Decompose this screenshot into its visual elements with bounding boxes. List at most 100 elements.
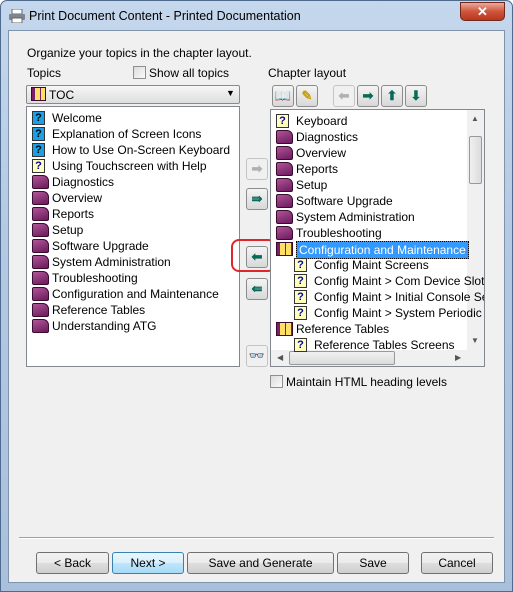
arrow-right-icon: ➡ bbox=[251, 161, 263, 176]
list-item[interactable]: Configuration and Maintenance bbox=[271, 241, 484, 259]
maintain-html-label[interactable]: Maintain HTML heading levels bbox=[286, 375, 447, 389]
arrow-right-icon: ➡ bbox=[362, 88, 374, 103]
new-chapter-button[interactable]: 📖 bbox=[272, 85, 294, 107]
show-all-topics-label[interactable]: Show all topics bbox=[149, 66, 229, 80]
book-icon bbox=[32, 207, 49, 221]
chapter-layout-tree[interactable]: ▲ ▼ ◀ ▶ ? Keyboard Diagnostics Overview Repo… bbox=[270, 109, 485, 367]
help-topic-icon: ? bbox=[32, 159, 45, 173]
save-and-generate-button[interactable]: Save and Generate bbox=[187, 552, 334, 574]
list-item[interactable]: Setup bbox=[27, 222, 239, 238]
list-item[interactable]: Reports bbox=[271, 161, 484, 177]
maintain-html-checkbox[interactable] bbox=[270, 375, 283, 388]
open-book-icon bbox=[276, 322, 293, 336]
item-label: Overview bbox=[52, 191, 103, 205]
book-icon bbox=[276, 146, 293, 160]
book-icon bbox=[276, 226, 293, 240]
item-label: Software Upgrade bbox=[296, 194, 393, 208]
item-label: Using Touchscreen with Help bbox=[52, 159, 207, 173]
list-item[interactable]: Reports bbox=[27, 206, 239, 222]
item-label: Setup bbox=[52, 223, 84, 237]
scroll-left-icon[interactable]: ◀ bbox=[277, 353, 283, 362]
list-item[interactable]: ? Keyboard bbox=[271, 113, 484, 129]
add-button[interactable]: ➡ bbox=[246, 158, 268, 180]
help-topic-icon: ? bbox=[276, 114, 289, 128]
save-button[interactable]: Save bbox=[337, 552, 409, 574]
combo-value: TOC bbox=[49, 88, 75, 102]
item-label: System Administration bbox=[52, 255, 171, 269]
item-label: Config Maint > Com Device Slots bbox=[314, 274, 485, 288]
item-label: Software Upgrade bbox=[52, 239, 149, 253]
list-item[interactable]: System Administration bbox=[27, 254, 239, 270]
rename-button[interactable]: ✎ bbox=[296, 85, 318, 107]
book-icon bbox=[32, 175, 49, 189]
list-item[interactable]: ? Using Touchscreen with Help bbox=[27, 158, 239, 174]
close-button[interactable]: ✕ bbox=[460, 2, 505, 21]
topics-list[interactable]: ? Welcome? Explanation of Screen Icons? How… bbox=[26, 106, 240, 367]
item-label: Reference Tables bbox=[296, 322, 390, 336]
next-button[interactable]: Next > bbox=[112, 552, 184, 574]
printer-icon bbox=[9, 9, 25, 23]
item-label: Reference Tables Screens bbox=[314, 338, 455, 352]
list-item[interactable]: Software Upgrade bbox=[271, 193, 484, 209]
scroll-right-icon[interactable]: ▶ bbox=[455, 353, 461, 362]
book-icon bbox=[276, 130, 293, 144]
help-topic-icon: ? bbox=[294, 274, 307, 288]
list-item[interactable]: Configuration and Maintenance bbox=[27, 286, 239, 302]
list-item[interactable]: Software Upgrade bbox=[27, 238, 239, 254]
list-item[interactable]: ? Config Maint > Com Device Slots bbox=[271, 273, 484, 289]
list-item[interactable]: Understanding ATG bbox=[27, 318, 239, 334]
back-button[interactable]: < Back bbox=[36, 552, 109, 574]
add-all-button[interactable]: ⇛ bbox=[246, 188, 268, 210]
book-icon bbox=[32, 223, 49, 237]
list-item[interactable]: Reference Tables bbox=[27, 302, 239, 318]
list-item[interactable]: ? Reference Tables Screens bbox=[271, 337, 484, 353]
book-icon bbox=[276, 194, 293, 208]
help-topic-icon: ? bbox=[294, 258, 307, 272]
item-label: Configuration and Maintenance bbox=[52, 287, 219, 301]
list-item[interactable]: ? Welcome bbox=[27, 110, 239, 126]
topics-source-dropdown[interactable]: TOC ▼ bbox=[26, 85, 240, 104]
book-icon bbox=[32, 303, 49, 317]
help-topic-icon: ? bbox=[294, 338, 307, 352]
list-item[interactable]: Diagnostics bbox=[271, 129, 484, 145]
item-label: Config Maint Screens bbox=[314, 258, 429, 272]
book-icon bbox=[32, 191, 49, 205]
list-item[interactable]: Setup bbox=[271, 177, 484, 193]
remove-all-button[interactable]: ⇚ bbox=[246, 278, 268, 300]
horizontal-scroll-thumb[interactable] bbox=[289, 351, 395, 365]
list-item[interactable]: Overview bbox=[271, 145, 484, 161]
item-label: Config Maint > Initial Console Se bbox=[314, 290, 485, 304]
list-item[interactable]: ? Config Maint > System Periodic I bbox=[271, 305, 484, 321]
help-topic-icon: ? bbox=[294, 306, 307, 320]
list-item[interactable]: ? Config Maint > Initial Console Se bbox=[271, 289, 484, 305]
preview-button[interactable]: 👓 bbox=[246, 345, 268, 367]
list-item[interactable]: Diagnostics bbox=[27, 174, 239, 190]
toc-book-icon bbox=[31, 87, 46, 101]
move-left-button[interactable]: ⬅ bbox=[333, 85, 355, 107]
arrow-down-icon: ⬇ bbox=[410, 88, 422, 103]
list-item[interactable]: Reference Tables bbox=[271, 321, 484, 337]
item-label: Understanding ATG bbox=[52, 319, 157, 333]
help-topic-icon: ? bbox=[294, 290, 307, 304]
item-label: Keyboard bbox=[296, 114, 348, 128]
window-title: Print Document Content - Printed Documen… bbox=[29, 9, 301, 23]
list-item[interactable]: System Administration bbox=[271, 209, 484, 225]
move-down-button[interactable]: ⬇ bbox=[405, 85, 427, 107]
item-label: System Administration bbox=[296, 210, 415, 224]
list-item[interactable]: ? Config Maint Screens bbox=[271, 257, 484, 273]
list-item[interactable]: ? How to Use On-Screen Keyboard bbox=[27, 142, 239, 158]
glasses-icon: 👓 bbox=[248, 348, 266, 363]
cancel-button[interactable]: Cancel bbox=[421, 552, 493, 574]
show-all-topics-checkbox[interactable] bbox=[133, 66, 146, 79]
item-label: Troubleshooting bbox=[52, 271, 138, 285]
list-item[interactable]: Troubleshooting bbox=[271, 225, 484, 241]
chevron-down-icon[interactable]: ▼ bbox=[226, 88, 235, 98]
list-item[interactable]: ? Explanation of Screen Icons bbox=[27, 126, 239, 142]
arrow-left-icon: ⬅ bbox=[338, 88, 350, 103]
book-icon bbox=[32, 255, 49, 269]
move-up-button[interactable]: ⬆ bbox=[381, 85, 403, 107]
list-item[interactable]: Troubleshooting bbox=[27, 270, 239, 286]
move-right-button[interactable]: ➡ bbox=[357, 85, 379, 107]
double-arrow-right-icon: ⇛ bbox=[251, 191, 263, 206]
list-item[interactable]: Overview bbox=[27, 190, 239, 206]
